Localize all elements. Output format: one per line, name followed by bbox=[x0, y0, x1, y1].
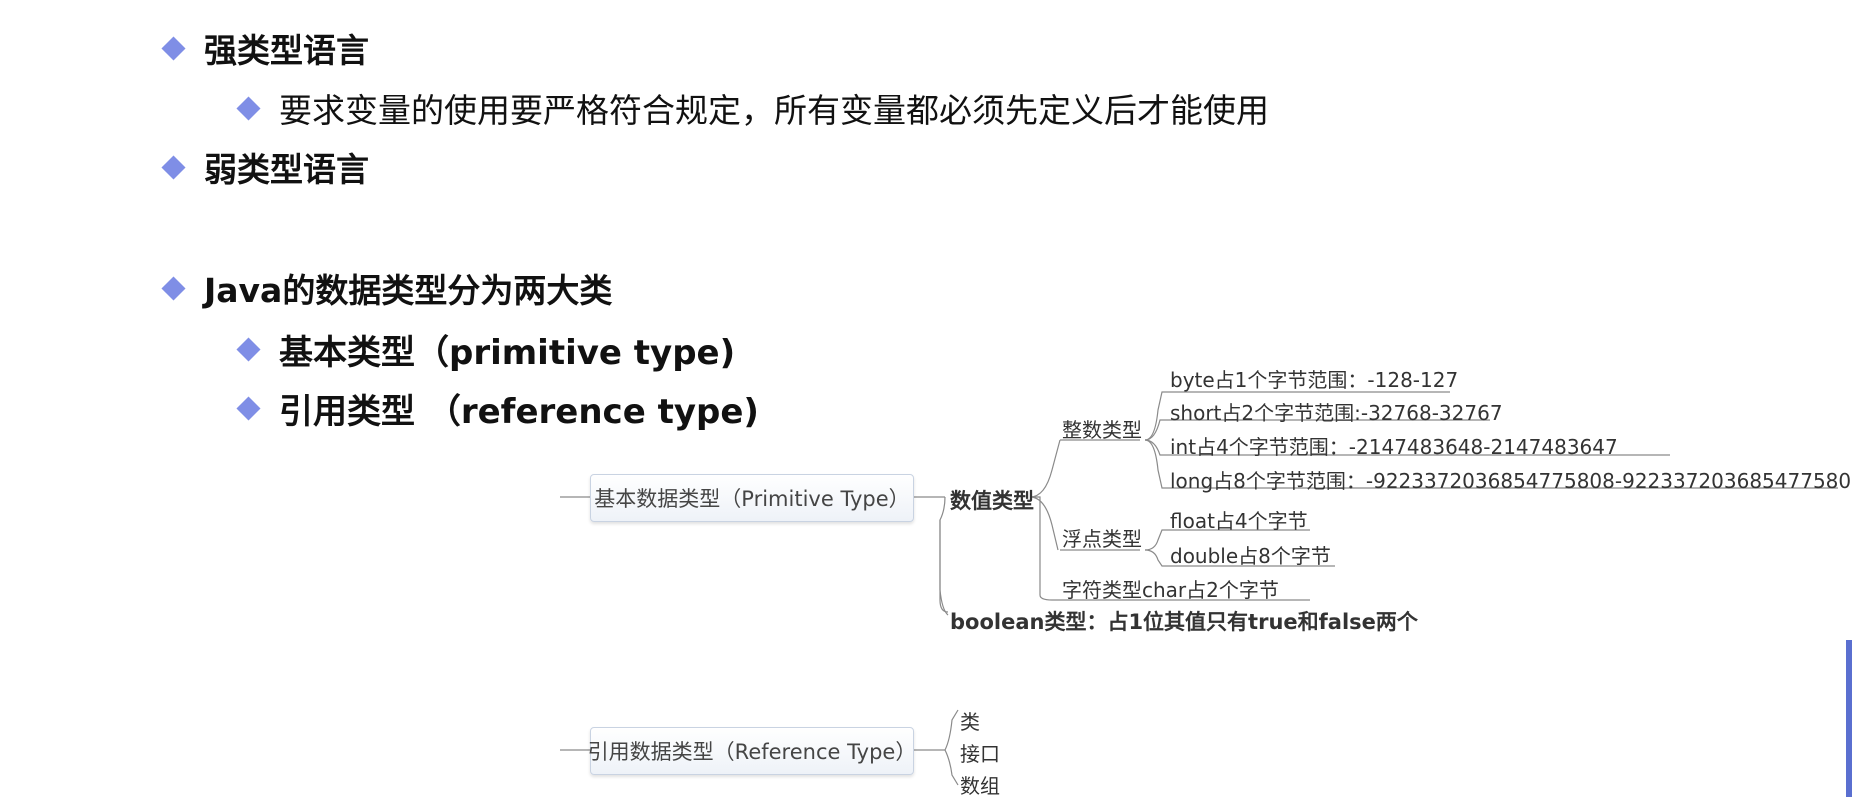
char-type-leaf: 字符类型char占2个字节 bbox=[1062, 578, 1279, 602]
float-group-node: 浮点类型 bbox=[1062, 527, 1142, 551]
ref-interface-leaf: 接口 bbox=[960, 742, 1000, 766]
long-type-leaf: long占8个字节范围：-9223372036854775808-9223372… bbox=[1170, 469, 1852, 493]
ref-class-leaf: 类 bbox=[960, 710, 980, 734]
primitive-type-root-node: 基本数据类型（Primitive Type） bbox=[590, 474, 914, 522]
double-type-leaf: double占8个字节 bbox=[1170, 544, 1331, 568]
boolean-type-node: boolean类型：占1位其值只有true和false两个 bbox=[950, 610, 1418, 634]
int-type-leaf: int占4个字节范围：-2147483648-2147483647 bbox=[1170, 435, 1618, 459]
byte-type-leaf: byte占1个字节范围：-128-127 bbox=[1170, 368, 1459, 392]
right-edge-bar bbox=[1846, 640, 1852, 797]
reference-type-root-node: 引用数据类型（Reference Type） bbox=[587, 727, 917, 775]
float-type-leaf: float占4个字节 bbox=[1170, 509, 1308, 533]
reference-type-root-label: 引用数据类型（Reference Type） bbox=[587, 740, 917, 764]
numeric-type-node: 数值类型 bbox=[950, 489, 1034, 513]
mindmap-connectors bbox=[560, 391, 1838, 786]
primitive-type-root-label: 基本数据类型（Primitive Type） bbox=[594, 487, 910, 511]
ref-array-leaf: 数组 bbox=[960, 774, 1000, 798]
integer-type-node: 整数类型 bbox=[1062, 418, 1142, 442]
short-type-leaf: short占2个字节范围:-32768-32767 bbox=[1170, 401, 1503, 425]
